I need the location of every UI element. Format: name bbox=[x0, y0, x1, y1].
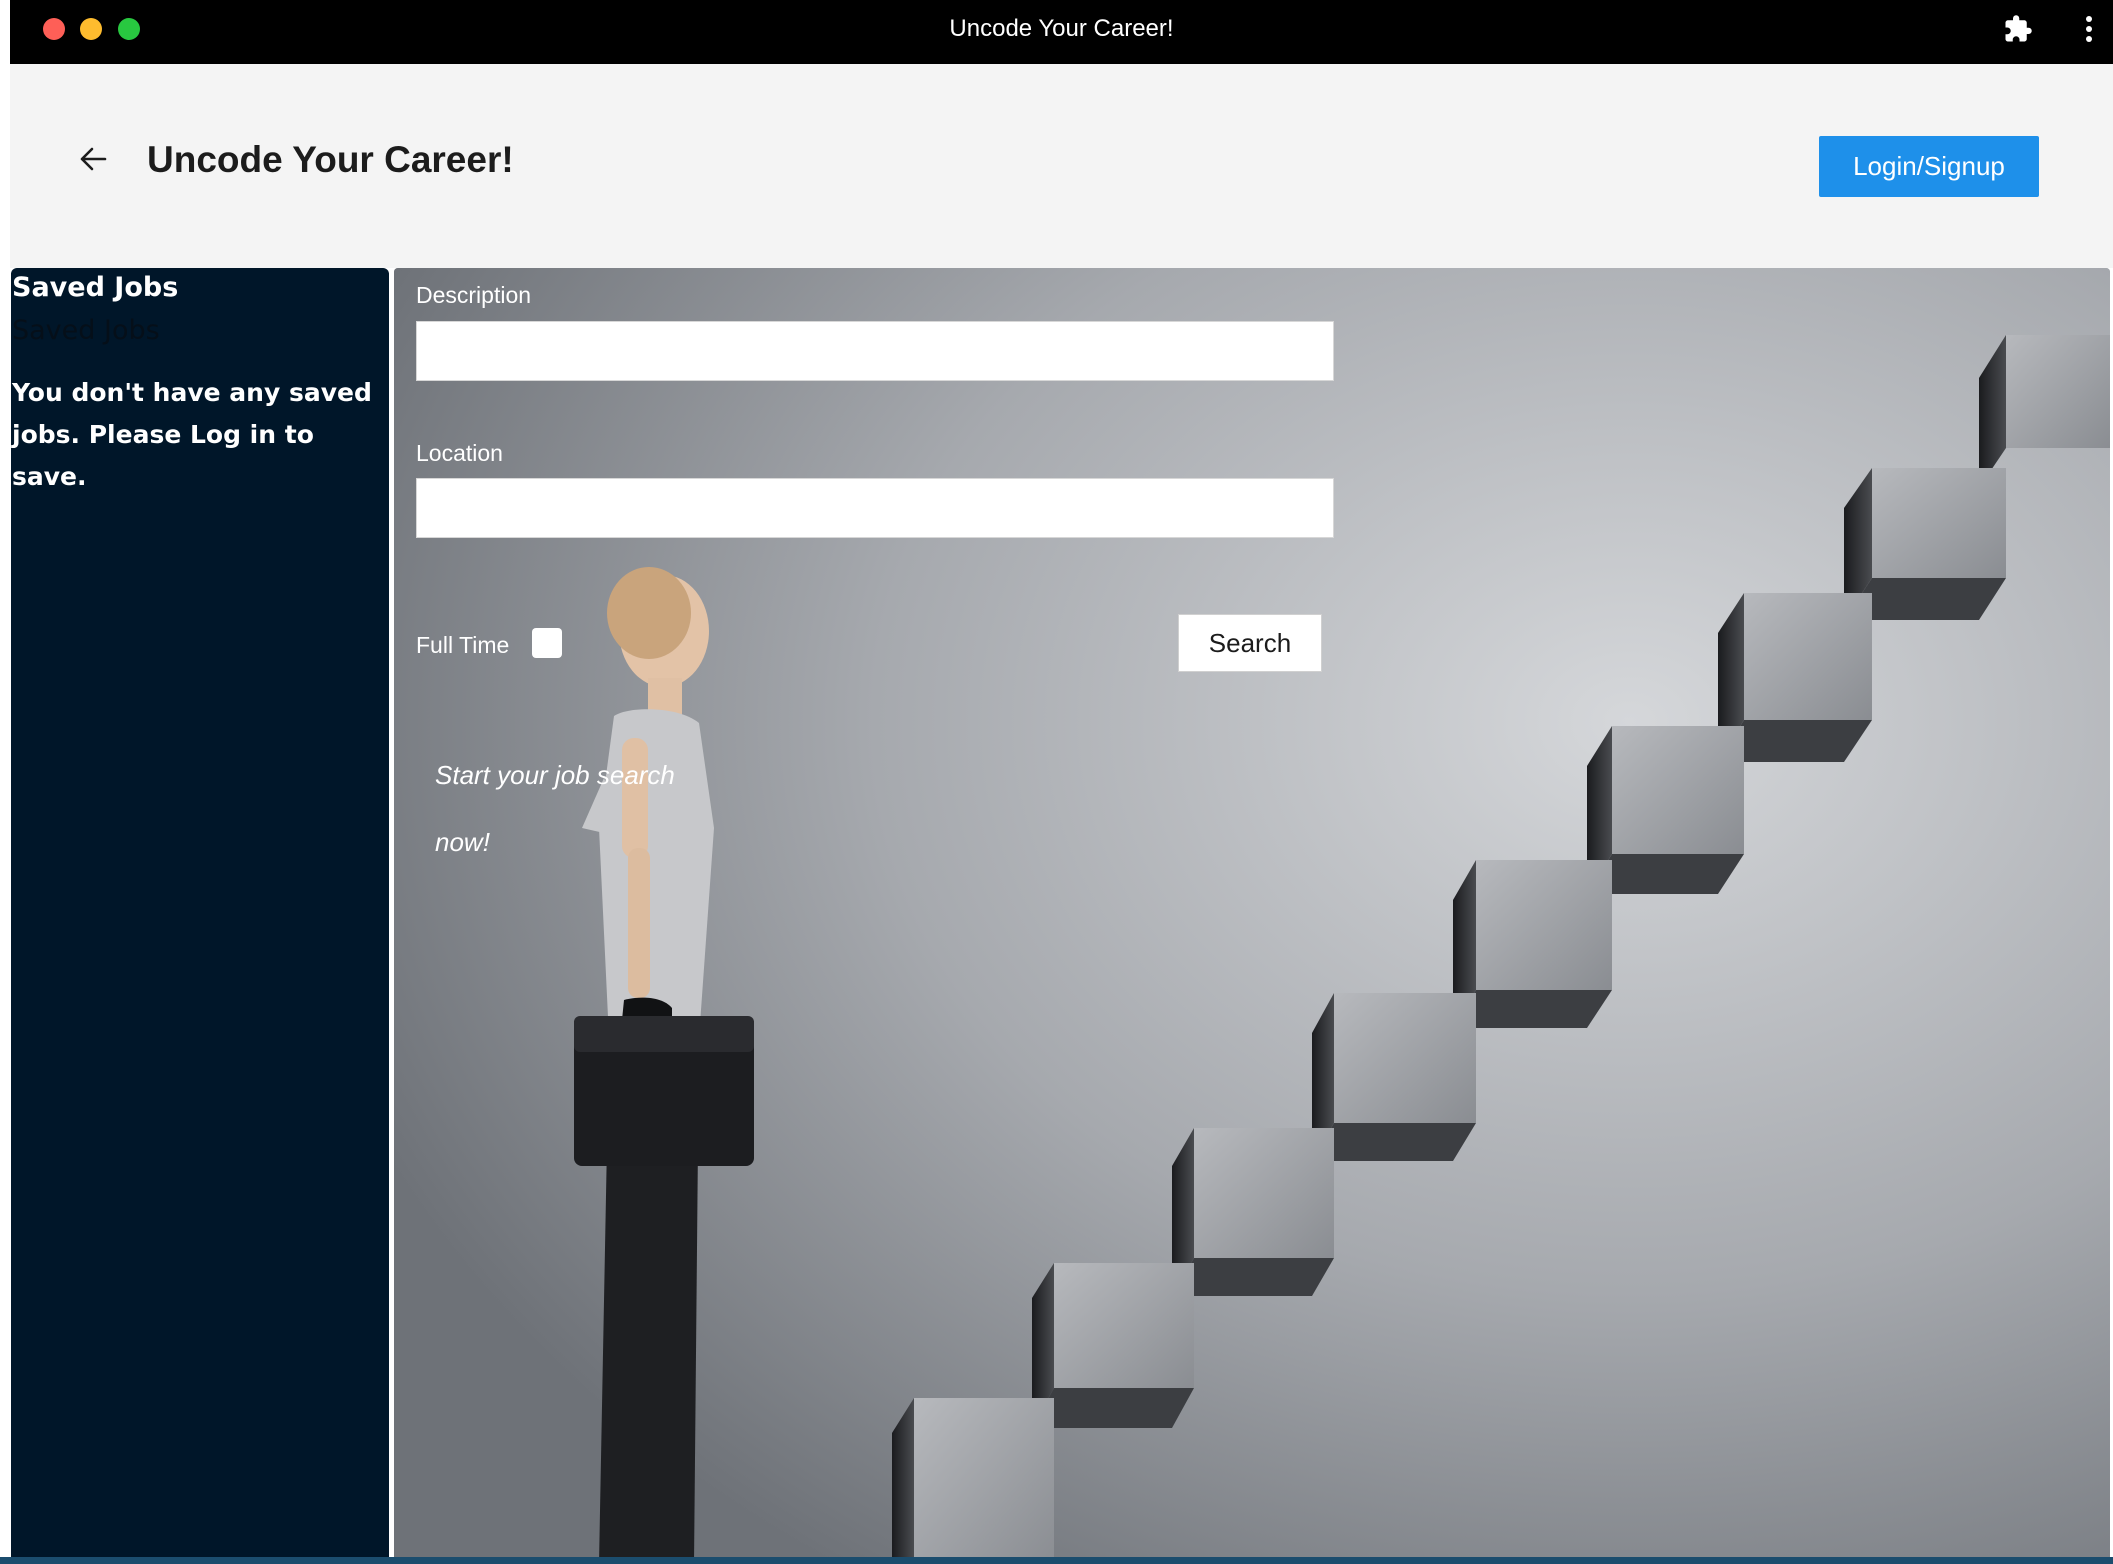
description-input[interactable] bbox=[416, 321, 1334, 381]
login-signup-button[interactable]: Login/Signup bbox=[1819, 136, 2039, 197]
location-label: Location bbox=[416, 440, 503, 466]
arrow-left-icon[interactable] bbox=[78, 144, 108, 174]
puzzle-piece-icon[interactable] bbox=[2003, 14, 2033, 44]
window-title: Uncode Your Career! bbox=[949, 15, 1174, 42]
fulltime-label: Full Time bbox=[416, 632, 510, 658]
career-stairs-background-image bbox=[394, 268, 2110, 1564]
hero-tagline: Start your job search now! bbox=[435, 760, 675, 857]
job-search-panel: Description Location Full Time Search St… bbox=[394, 268, 2110, 1564]
page-title: Uncode Your Career! bbox=[147, 139, 514, 180]
fulltime-checkbox[interactable] bbox=[532, 628, 562, 658]
saved-jobs-empty-message: You don't have any saved jobs. Please Lo… bbox=[12, 378, 372, 491]
window-titlebar: Uncode Your Career! bbox=[10, 0, 2113, 64]
saved-jobs-heading: Saved Jobs bbox=[12, 272, 179, 303]
saved-jobs-sidebar: Saved Jobs Saved Jobs You don't have any… bbox=[11, 268, 389, 1564]
location-input[interactable] bbox=[416, 478, 1334, 538]
saved-jobs-subheading: Saved Jobs bbox=[12, 315, 160, 346]
vertical-dots-icon[interactable] bbox=[2082, 14, 2096, 44]
search-button[interactable]: Search bbox=[1178, 614, 1322, 672]
description-label: Description bbox=[416, 282, 532, 308]
bottom-edge-strip bbox=[0, 1557, 2113, 1564]
